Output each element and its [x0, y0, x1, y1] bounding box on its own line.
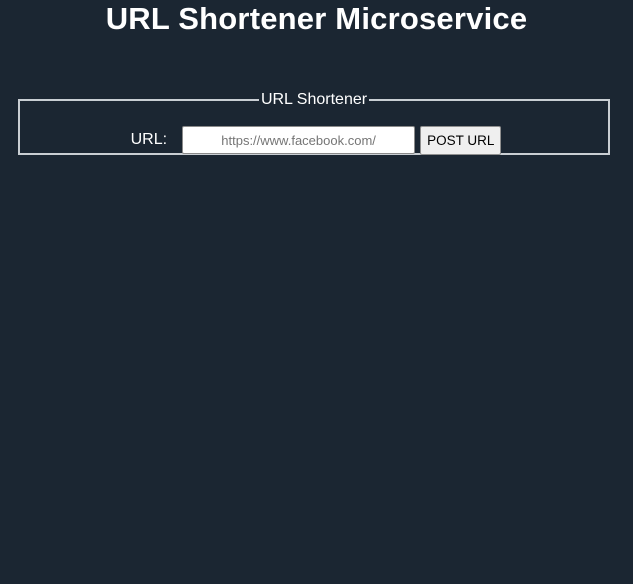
post-url-button[interactable]: POST URL — [420, 125, 502, 155]
page-title: URL Shortener Microservice — [105, 1, 528, 36]
url-label: URL: — [130, 131, 168, 148]
url-shortener-form: URL Shortener URL: POST URL — [18, 91, 610, 155]
form-legend: URL Shortener — [260, 91, 368, 108]
url-input[interactable] — [182, 126, 416, 154]
page: URL Shortener Microservice URL Shortener… — [0, 0, 633, 584]
url-input-row: URL: POST URL — [20, 125, 608, 155]
